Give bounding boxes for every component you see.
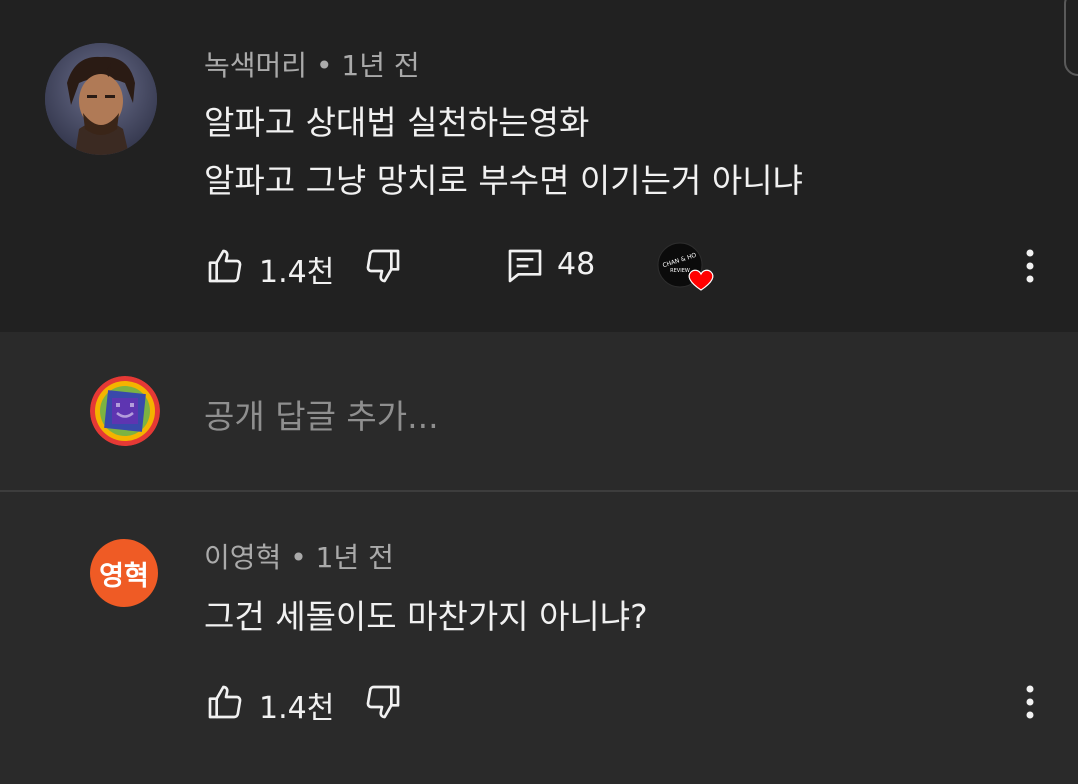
thumbs-down-icon[interactable] [363,682,403,722]
scroll-indicator[interactable] [1064,0,1078,76]
svg-text:REVIEW: REVIEW [670,268,690,274]
add-reply-box: 공개 답글 추가... [0,332,1078,490]
reply-count[interactable]: 48 [557,247,595,282]
reply-input[interactable]: 공개 답글 추가... [204,390,439,438]
comment-meta: 녹색머리 • 1년 전 [204,44,420,84]
heart-icon [688,269,714,291]
avatar[interactable] [45,43,157,155]
thumbs-up-icon[interactable] [205,246,245,286]
reply-time[interactable]: 1년 전 [316,541,394,574]
reply-actions: 1.4천 [205,674,1065,730]
comment-item: 녹색머리 • 1년 전 알파고 상대법 실천하는영화 알파고 그냥 망치로 부수… [0,0,1078,332]
comment-author[interactable]: 녹색머리 [204,49,307,82]
reply-author[interactable]: 이영혁 [204,541,281,574]
meta-separator: • [315,49,342,82]
comment-actions: 1.4천 48 CHAN & HO REVIEW [205,238,1065,294]
reply-item: 영혁 이영혁 • 1년 전 그건 세돌이도 마찬가지 아니냐? [0,492,1078,784]
meta-separator: • [290,541,316,574]
comment-icon[interactable] [505,246,545,286]
more-vert-icon[interactable] [1015,680,1045,724]
reply-meta: 이영혁 • 1년 전 [204,536,394,576]
reply-text: 그건 세돌이도 마찬가지 아니냐? [204,597,648,636]
avatar [90,376,160,446]
avatar[interactable]: 영혁 [90,539,158,607]
thumbs-down-icon[interactable] [363,246,403,286]
like-count: 1.4천 [259,255,335,290]
comment-time[interactable]: 1년 전 [341,49,419,82]
avatar-image [45,43,157,155]
thumbs-up-icon[interactable] [205,682,245,722]
like-count: 1.4천 [259,691,335,726]
comment-text-line: 알파고 상대법 실천하는영화 [204,103,590,142]
comment-text-line: 알파고 그냥 망치로 부수면 이기는거 아니냐 [204,161,803,200]
comment-thread: 녹색머리 • 1년 전 알파고 상대법 실천하는영화 알파고 그냥 망치로 부수… [0,0,1078,784]
more-vert-icon[interactable] [1015,244,1045,288]
avatar-initials: 영혁 [99,560,149,592]
creator-heart-badge: CHAN & HO REVIEW [657,242,719,294]
